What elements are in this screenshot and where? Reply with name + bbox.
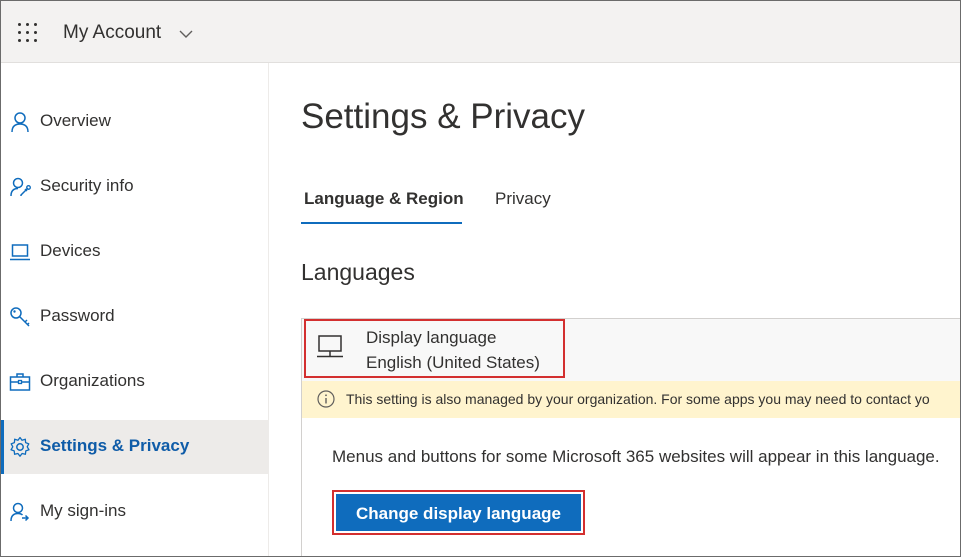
display-language-label: Display language [366,328,497,347]
tab-language-region[interactable]: Language & Region [304,189,464,209]
chevron-down-icon[interactable] [178,28,194,40]
gear-icon [10,436,30,457]
tab-privacy[interactable]: Privacy [495,189,551,209]
sidebar-item-settings-privacy[interactable]: Settings & Privacy [1,420,269,474]
notice-text: This setting is also managed by your org… [346,391,930,407]
app-launcher-icon[interactable] [18,23,40,45]
sidebar-item-overview[interactable]: Overview [1,95,269,149]
key-icon [10,307,30,327]
person-sign-in-icon [10,502,30,522]
change-display-language-button[interactable]: Change display language [336,494,581,531]
sidebar: Overview Security info Devices Password … [1,63,269,556]
app-title[interactable]: My Account [63,22,161,44]
sidebar-item-label: Organizations [40,371,145,390]
sidebar-item-label: Password [40,306,115,325]
sidebar-item-devices[interactable]: Devices [1,225,269,279]
section-title: Languages [301,259,415,285]
sidebar-item-label: Overview [40,111,111,130]
sidebar-item-security-info[interactable]: Security info [1,160,269,214]
display-language-value: English (United States) [366,353,540,372]
laptop-icon [10,244,30,261]
person-key-icon [10,177,31,197]
sidebar-item-label: My sign-ins [40,501,126,520]
sidebar-item-label: Devices [40,241,101,260]
sidebar-item-my-sign-ins[interactable]: My sign-ins [1,485,269,539]
window-frame: My Account Overview Security info Device… [0,0,961,557]
sidebar-item-password[interactable]: Password [1,290,269,344]
sidebar-item-label: Settings & Privacy [40,436,190,455]
sidebar-item-organizations[interactable]: Organizations [1,355,269,409]
monitor-icon [317,335,343,358]
page-title: Settings & Privacy [301,97,585,136]
sidebar-item-label: Security info [40,176,134,195]
briefcase-icon [9,373,31,391]
person-icon [11,112,29,133]
info-icon [317,390,335,408]
tab-selected-indicator [301,222,462,224]
top-bar: My Account [1,1,960,63]
language-description: Menus and buttons for some Microsoft 365… [332,447,940,466]
